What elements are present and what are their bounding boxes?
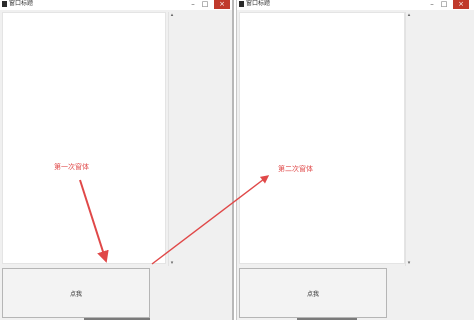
button-label: 点我 [69,290,82,298]
window-second: 窗口标题 – □ × ▴ ▾ 点我 [236,0,474,320]
minimize-button[interactable]: – [427,0,437,9]
click-me-button[interactable]: 点我 [239,268,387,318]
scroll-up-icon[interactable]: ▴ [406,12,412,18]
click-me-button[interactable]: 点我 [2,268,150,318]
app-icon [239,1,244,7]
annotation-second-window: 第二次窗体 [278,165,313,173]
scroll-up-icon[interactable]: ▴ [169,12,175,18]
close-button[interactable]: × [453,0,469,9]
annotation-first-window: 第一次窗体 [54,163,89,171]
close-button[interactable]: × [214,0,230,9]
title-bar: 窗口标题 – □ × [0,0,232,10]
maximize-button[interactable]: □ [439,0,449,9]
window-title: 窗口标题 [246,0,271,7]
app-icon [2,1,7,7]
text-area[interactable] [2,12,166,264]
screen: 窗口标题 – □ × ▴ ▾ 点我 窗口标题 – □ × ▴ ▾ 点我 第一次窗… [0,0,474,320]
window-title: 窗口标题 [9,0,34,7]
text-area[interactable] [239,12,405,264]
window-first: 窗口标题 – □ × ▴ ▾ 点我 [0,0,234,320]
button-label: 点我 [306,290,319,298]
maximize-button[interactable]: □ [200,0,210,9]
vertical-scrollbar[interactable]: ▴ ▾ [168,12,175,266]
vertical-scrollbar[interactable]: ▴ ▾ [405,12,412,266]
minimize-button[interactable]: – [188,0,198,9]
title-bar: 窗口标题 – □ × [237,0,474,10]
